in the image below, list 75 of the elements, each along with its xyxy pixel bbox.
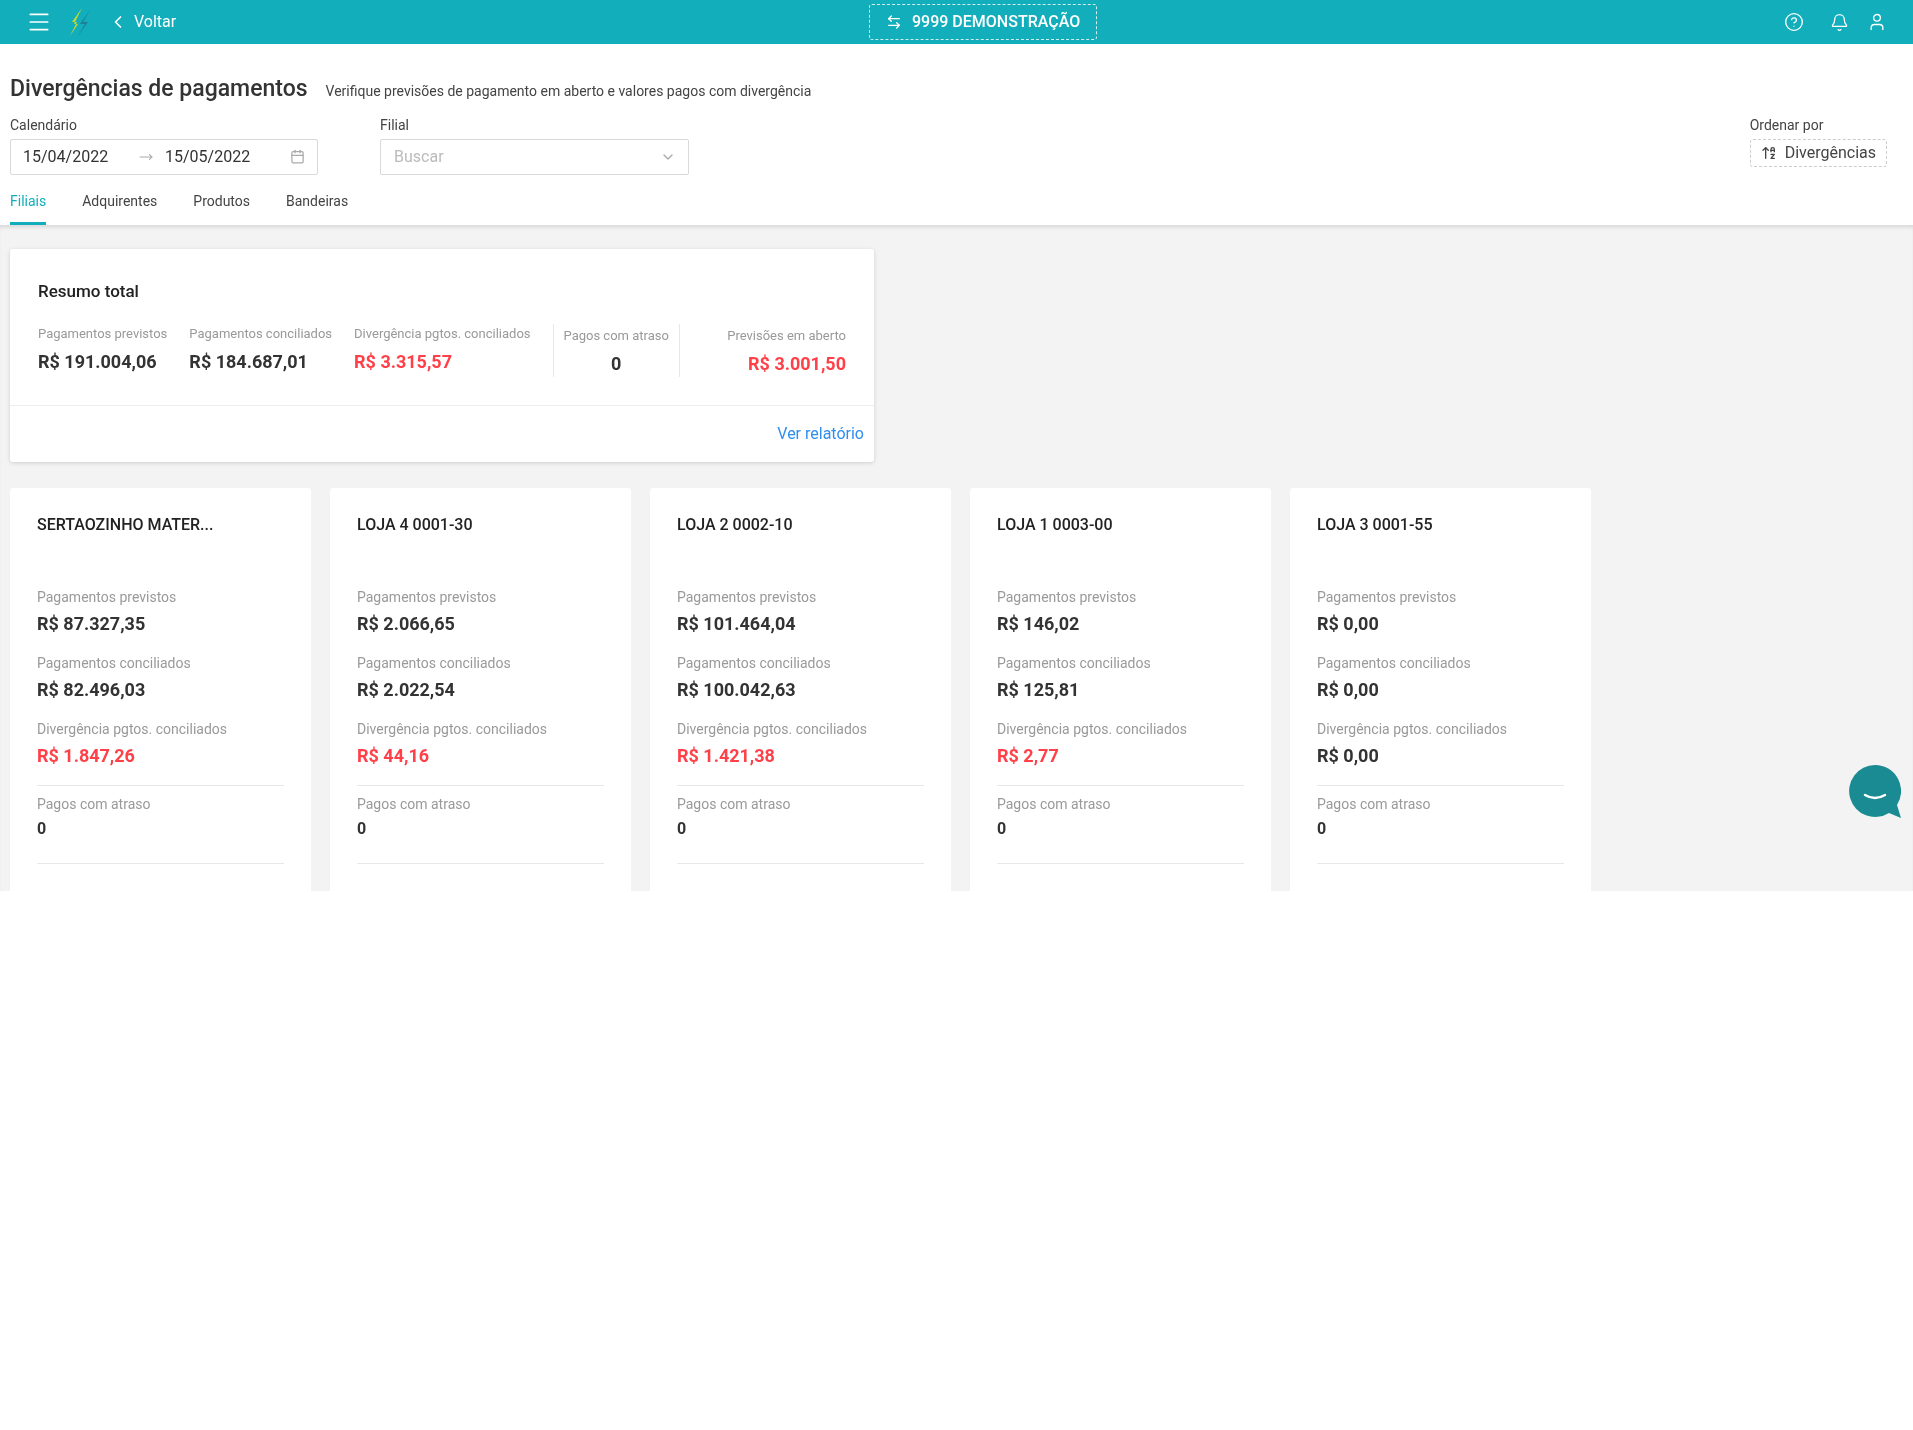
tab[interactable]: Bandeiras <box>286 190 349 225</box>
metric-value: R$ 0,00 <box>1317 743 1380 768</box>
metric-value: R$ 3.001,50 <box>748 351 846 376</box>
metric-label: Pagamentos conciliados <box>357 653 512 673</box>
metric-value: R$ 191.004,06 <box>38 349 157 374</box>
tab[interactable]: Adquirentes <box>82 190 158 225</box>
swap-icon <box>886 14 902 30</box>
metric-label: Divergência pgtos. conciliados <box>677 719 868 739</box>
metric-value: 0 <box>611 351 622 376</box>
metric-value: R$ 2,77 <box>997 743 1060 768</box>
metric-value: 0 <box>677 817 688 840</box>
summary-title: Resumo total <box>38 279 140 303</box>
metric-label: Pagos com atraso <box>357 794 472 814</box>
metric-value: R$ 82.496,03 <box>37 677 147 702</box>
sort-button[interactable]: Divergências <box>1749 138 1887 167</box>
metric-value: 0 <box>1317 817 1328 840</box>
store-name: LOJA 1 0003-00 <box>997 513 1114 536</box>
metric-value: 0 <box>997 817 1008 840</box>
metric-label: Pagamentos conciliados <box>37 653 192 673</box>
metric-value: R$ 146,02 <box>997 611 1081 636</box>
metric-label: Pagamentos conciliados <box>1317 653 1472 673</box>
metric-label: Pagos com atraso <box>1317 794 1432 814</box>
metric-value: R$ 101.464,04 <box>677 611 797 636</box>
store-name: LOJA 4 0001-30 <box>357 513 474 536</box>
metric-value: R$ 100.042,63 <box>677 677 797 702</box>
metric-label: Pagamentos previstos <box>997 587 1138 607</box>
metric-value: R$ 184.687,01 <box>189 349 308 374</box>
metric-value: R$ 44,16 <box>357 743 431 768</box>
metric-label: Pagamentos previstos <box>37 587 178 607</box>
branch-select[interactable]: Buscar <box>380 138 689 175</box>
metric-value: R$ 125,81 <box>997 677 1081 702</box>
metric-label: Divergência pgtos. conciliados <box>357 719 548 739</box>
store-name: LOJA 2 0002-10 <box>677 513 794 536</box>
metric-label: Pagos com atraso <box>997 794 1112 814</box>
help-icon[interactable] <box>1784 12 1804 32</box>
notification-bell-icon[interactable] <box>1830 12 1849 32</box>
branch-label: Filial <box>380 115 410 135</box>
metric-value: R$ 87.327,35 <box>37 611 147 636</box>
calendar-icon <box>290 149 305 164</box>
calendar-label: Calendário <box>10 115 78 135</box>
metric-label: Divergência pgtos. conciliados <box>1317 719 1508 739</box>
sort-label: Ordenar por <box>1749 115 1825 135</box>
metric-label: Pagos com atraso <box>37 794 152 814</box>
metric-label: Pagamentos previstos <box>1317 587 1458 607</box>
metric-value: R$ 3.315,57 <box>354 349 453 374</box>
metric-value: R$ 0,00 <box>1317 611 1380 636</box>
sort-icon <box>1760 144 1777 161</box>
metric-value: 0 <box>37 817 48 840</box>
store-name: SERTAOZINHO MATER... <box>37 513 215 536</box>
metric-label: Pagamentos previstos <box>38 325 168 343</box>
metric-value: R$ 2.022,54 <box>357 677 456 702</box>
end-date: 15/05/2022 <box>165 145 251 168</box>
chat-bubble-icon[interactable] <box>1849 764 1901 819</box>
metric-label: Pagos com atraso <box>563 327 669 345</box>
metric-label: Pagamentos conciliados <box>189 325 333 343</box>
metric-label: Previsões em aberto <box>727 327 846 345</box>
page-title: Divergências de pagamentos <box>10 74 308 104</box>
metric-label: Divergência pgtos. conciliados <box>354 325 531 343</box>
metric-value: 0 <box>357 817 368 840</box>
metric-value: R$ 1.847,26 <box>37 743 136 768</box>
metric-value: R$ 2.066,65 <box>357 611 456 636</box>
start-date: 15/04/2022 <box>23 145 110 168</box>
date-range-field[interactable]: 15/04/2022 15/05/2022 <box>10 138 318 175</box>
metric-label: Pagamentos conciliados <box>997 653 1152 673</box>
metric-label: Pagamentos previstos <box>677 587 818 607</box>
metric-value: R$ 0,00 <box>1317 677 1380 702</box>
metric-label: Divergência pgtos. conciliados <box>997 719 1188 739</box>
metric-label: Pagamentos previstos <box>357 587 498 607</box>
page-subtitle: Verifique previsões de pagamento em aberto e valores pagos com divergência <box>325 82 812 101</box>
metric-label: Divergência pgtos. conciliados <box>37 719 228 739</box>
metric-label: Pagos com atraso <box>677 794 792 814</box>
tab[interactable]: Produtos <box>193 190 250 225</box>
metric-value: R$ 1.421,38 <box>677 743 776 768</box>
store-name: LOJA 3 0001-55 <box>1317 513 1434 536</box>
metric-label: Pagamentos conciliados <box>677 653 832 673</box>
